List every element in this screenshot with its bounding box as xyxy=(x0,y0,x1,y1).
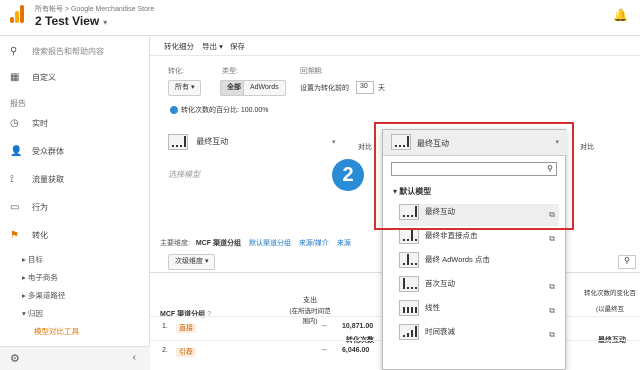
behavior-icon: ▭ xyxy=(10,202,20,213)
grid-icon: ▦ xyxy=(10,72,20,83)
last-adwords-chart-icon xyxy=(399,252,419,268)
view-selector[interactable]: 2 Test View ▾ xyxy=(35,14,107,28)
time-decay-chart-icon xyxy=(399,324,419,340)
report-toolbar: 转化细分 导出 ▾ 保存 xyxy=(150,36,640,56)
notification-bell-icon[interactable]: 🔔 xyxy=(613,8,628,22)
dim-link-source-medium[interactable]: 来源/媒介 xyxy=(299,240,329,247)
linear-chart-icon xyxy=(399,300,419,316)
sidebar-sub-mcf[interactable]: ▸ 多渠道路径 xyxy=(22,290,65,301)
channel-tag[interactable]: 引荐 xyxy=(176,348,196,357)
conversion-select[interactable]: 所有 ▾ xyxy=(168,80,202,96)
lookback-label: 回溯期: xyxy=(300,68,323,75)
flag-icon: ⚑ xyxy=(10,230,19,241)
copy-icon[interactable]: ⧉ xyxy=(549,282,555,292)
model-option-first-interaction[interactable]: 首次互动 ⧉ xyxy=(399,276,559,298)
compare-label: 对比 xyxy=(358,144,372,151)
sidebar: ⚲ 搜索报告和帮助内容 ▦ 自定义 报告 ◷ 实时 👤 受众群体 ⟟ 流量获取 ▭ 行为 ⚑… xyxy=(0,36,150,370)
sidebar-item-acquisition[interactable]: ⟟ 流量获取 xyxy=(10,174,64,185)
sidebar-sub-ecommerce[interactable]: ▸ 电子商务 xyxy=(22,272,58,283)
first-interaction-chart-icon xyxy=(399,276,419,292)
copy-icon[interactable]: ⧉ xyxy=(549,306,555,316)
sidebar-sub-goals[interactable]: ▸ 目标 xyxy=(22,254,43,265)
search-icon: ⚲ xyxy=(547,164,553,173)
search-icon: ⚲ xyxy=(10,46,18,57)
col-conv-change-sub: (以最终互 xyxy=(596,306,625,313)
type-label: 类型: xyxy=(222,68,238,75)
lookback-text: 设置为转化前的 xyxy=(300,85,349,92)
copy-icon[interactable]: ⧉ xyxy=(549,330,555,340)
last-interaction-chart-icon xyxy=(168,134,188,150)
model-dropdown-popup: 最终互动 ▾ ⚲ ▾ 默认模型 最终互动 ⧉ 最终非直接点击 ⧉ 最终 AdWo… xyxy=(382,129,567,370)
sidebar-item-audience[interactable]: 👤 受众群体 xyxy=(10,146,64,157)
chevron-down-icon: ▾ xyxy=(103,18,108,27)
model-option-linear[interactable]: 线性 ⧉ xyxy=(399,300,559,322)
dim-link-default[interactable]: 默认渠道分组 xyxy=(249,240,291,247)
chevron-down-icon: ▾ xyxy=(555,139,559,146)
sidebar-item-behavior[interactable]: ▭ 行为 xyxy=(10,202,48,213)
last-interaction-chart-icon xyxy=(399,204,419,220)
copy-icon[interactable]: ⧉ xyxy=(549,234,555,244)
pie-icon xyxy=(170,106,178,115)
dim-current: MCF 渠道分组 xyxy=(195,240,242,247)
sidebar-sub-model-compare[interactable]: 模型对比工具 xyxy=(34,326,79,337)
last-interaction-chart-icon xyxy=(391,134,411,150)
model-option-last-non-direct[interactable]: 最终非直接点击 ⧉ xyxy=(399,228,559,250)
lookback-days-input[interactable]: 30 xyxy=(356,81,374,94)
popup-search-input[interactable]: ⚲ xyxy=(391,162,557,176)
primary-model-select[interactable]: 最终互动 ▾ xyxy=(168,134,338,154)
conversion-percentage: 转化次数的百分比: 100.00% xyxy=(170,105,269,115)
export-button[interactable]: 导出 ▾ xyxy=(202,41,223,52)
channel-tag[interactable]: 直接 xyxy=(176,324,196,333)
gear-icon[interactable]: ⚙ xyxy=(10,352,20,365)
person-icon: 👤 xyxy=(10,146,23,157)
select-model-placeholder[interactable]: 选择模型 xyxy=(168,169,200,180)
model-option-last-interaction[interactable]: 最终互动 ⧉ xyxy=(399,204,559,226)
compare-label-right: 对比 xyxy=(580,144,594,151)
default-models-heading: ▾ 默认模型 xyxy=(393,187,432,196)
dim-link-source[interactable]: 来源 xyxy=(337,240,351,247)
sidebar-search[interactable]: ⚲ 搜索报告和帮助内容 xyxy=(10,46,104,57)
clock-icon: ◷ xyxy=(10,118,19,129)
popup-current-model[interactable]: 最终互动 ▾ xyxy=(383,130,567,156)
sidebar-sub-attribution[interactable]: ▾ 归因 xyxy=(22,308,43,319)
conversion-label: 转化: xyxy=(168,68,184,75)
sidebar-item-conversions[interactable]: ⚑ 转化 xyxy=(10,230,48,241)
dimension-row: 主要维度: MCF 渠道分组 默认渠道分组 来源/媒介 来源 xyxy=(160,240,351,247)
account-breadcrumb[interactable]: 所有帐号 > Google Merchandise Store xyxy=(35,4,154,14)
collapse-chevron-icon[interactable]: ‹ xyxy=(133,352,136,363)
reports-heading: 报告 xyxy=(10,99,26,108)
chevron-down-icon: ▾ xyxy=(332,139,336,146)
view-name: 2 Test View xyxy=(35,14,100,28)
type-adwords-button[interactable]: AdWords xyxy=(243,80,286,96)
model-option-last-adwords[interactable]: 最终 AdWords 点击 xyxy=(399,252,559,274)
sidebar-item-custom[interactable]: ▦ 自定义 xyxy=(10,72,56,83)
step-number-badge: 2 xyxy=(332,159,364,191)
secondary-dimension-select[interactable]: 次级维度 ▾ xyxy=(168,254,216,270)
sidebar-item-realtime[interactable]: ◷ 实时 xyxy=(10,118,48,129)
sidebar-footer: ⚙ ‹ xyxy=(0,346,150,370)
table-search-icon[interactable]: ⚲ xyxy=(618,255,636,269)
save-button[interactable]: 保存 xyxy=(230,41,245,52)
copy-icon[interactable]: ⧉ xyxy=(549,210,555,220)
top-bar: 所有帐号 > Google Merchandise Store 2 Test V… xyxy=(0,0,640,36)
acquisition-icon: ⟟ xyxy=(10,174,14,185)
model-option-time-decay[interactable]: 时间衰减 ⧉ xyxy=(399,324,559,346)
lookback-unit: 天 xyxy=(378,85,385,92)
analytics-logo-icon[interactable] xyxy=(10,5,24,23)
col-conv-change: 转化次数的变化百 xyxy=(584,290,636,297)
conversion-segments-button[interactable]: 转化细分 xyxy=(164,41,194,52)
last-non-direct-chart-icon xyxy=(399,228,419,244)
